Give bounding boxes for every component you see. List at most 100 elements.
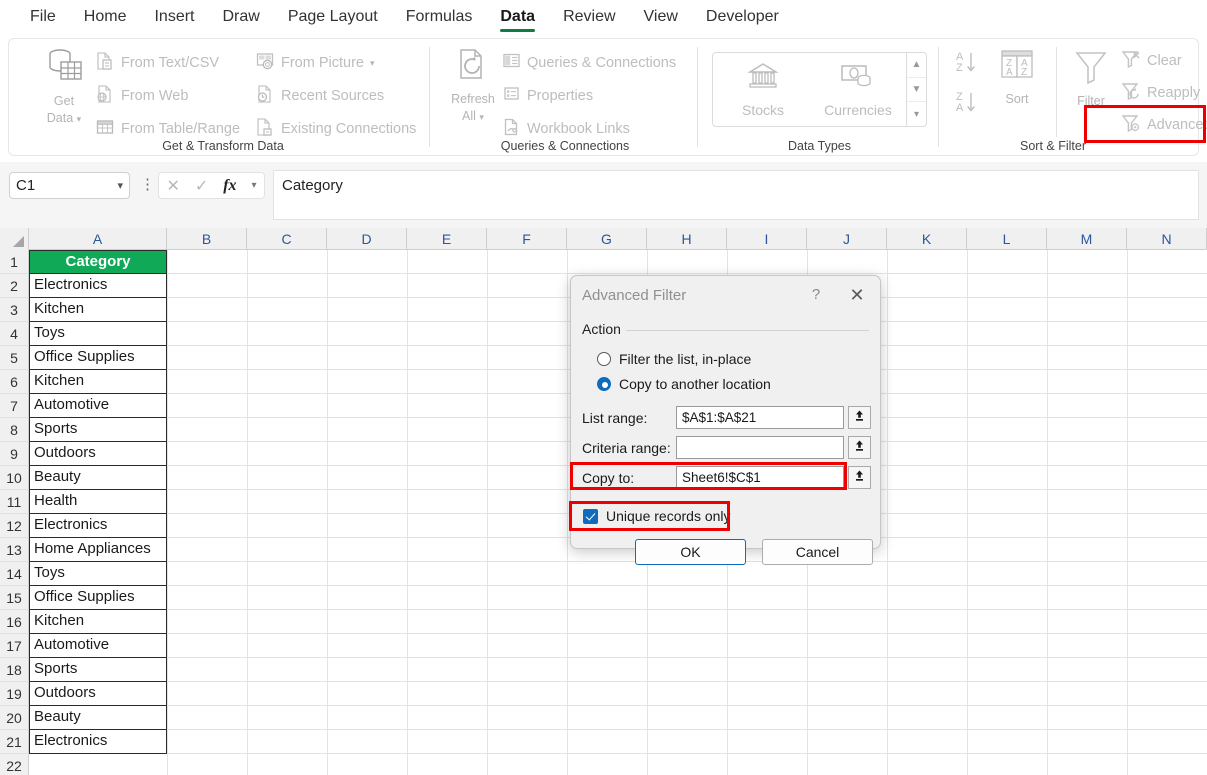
column-header-c[interactable]: C: [247, 228, 327, 250]
row-header-10[interactable]: 10: [0, 466, 29, 490]
cell-a10[interactable]: Beauty: [29, 466, 167, 490]
column-header-j[interactable]: J: [807, 228, 887, 250]
tab-file[interactable]: File: [16, 0, 70, 34]
row-header-3[interactable]: 3: [0, 298, 29, 322]
sort-dialog-button[interactable]: Z A A Z Sort: [987, 49, 1047, 107]
row-header-2[interactable]: 2: [0, 274, 29, 298]
cell-a7[interactable]: Automotive: [29, 394, 167, 418]
ok-button[interactable]: OK: [635, 539, 746, 565]
currencies-button[interactable]: Currencies: [808, 61, 908, 118]
fx-insert-function-icon[interactable]: fx: [223, 177, 236, 195]
criteria-range-input[interactable]: [676, 436, 844, 459]
cell-a6[interactable]: Kitchen: [29, 370, 167, 394]
chevron-up-icon[interactable]: ▲: [907, 53, 926, 77]
cell-a14[interactable]: Toys: [29, 562, 167, 586]
cell-a20[interactable]: Beauty: [29, 706, 167, 730]
recent-sources-button[interactable]: Recent Sources: [255, 82, 384, 110]
row-header-16[interactable]: 16: [0, 610, 29, 634]
cell-a2[interactable]: Electronics: [29, 274, 167, 298]
checkbox-checked-icon[interactable]: [583, 508, 598, 524]
tab-review[interactable]: Review: [549, 0, 629, 34]
column-header-g[interactable]: G: [567, 228, 647, 250]
row-header-20[interactable]: 20: [0, 706, 29, 730]
properties-button[interactable]: Properties: [502, 82, 593, 110]
cell-a18[interactable]: Sports: [29, 658, 167, 682]
tab-view[interactable]: View: [630, 0, 692, 34]
gallery-scrollbar[interactable]: ▲ ▼ ▾: [906, 53, 926, 126]
criteria-range-picker-button[interactable]: [848, 436, 871, 459]
row-header-9[interactable]: 9: [0, 442, 29, 466]
radio-filter-in-place[interactable]: Filter the list, in-place: [597, 351, 751, 367]
row-header-21[interactable]: 21: [0, 730, 29, 754]
column-header-b[interactable]: B: [167, 228, 247, 250]
advanced-filter-button[interactable]: Advanced: [1121, 111, 1207, 139]
column-header-l[interactable]: L: [967, 228, 1047, 250]
filter-button[interactable]: Filter: [1061, 49, 1121, 109]
name-box[interactable]: C1 ▾: [9, 172, 130, 199]
tab-home[interactable]: Home: [70, 0, 141, 34]
column-header-n[interactable]: N: [1127, 228, 1207, 250]
column-header-m[interactable]: M: [1047, 228, 1127, 250]
column-header-f[interactable]: F: [487, 228, 567, 250]
column-header-i[interactable]: I: [727, 228, 807, 250]
row-header-7[interactable]: 7: [0, 394, 29, 418]
name-box-resize-handle[interactable]: ⋮: [140, 177, 155, 192]
row-header-1[interactable]: 1: [0, 250, 29, 274]
cell-a13[interactable]: Home Appliances: [29, 538, 167, 562]
select-all-corner[interactable]: [0, 228, 29, 250]
cell-a19[interactable]: Outdoors: [29, 682, 167, 706]
cell-a15[interactable]: Office Supplies: [29, 586, 167, 610]
cell-a9[interactable]: Outdoors: [29, 442, 167, 466]
tab-page-layout[interactable]: Page Layout: [274, 0, 392, 34]
cell-a12[interactable]: Electronics: [29, 514, 167, 538]
radio-button-icon[interactable]: [597, 352, 611, 366]
column-header-a[interactable]: A: [29, 228, 167, 250]
unique-records-only-checkbox-row[interactable]: Unique records only: [583, 508, 731, 524]
tab-data[interactable]: Data: [486, 0, 549, 34]
column-header-e[interactable]: E: [407, 228, 487, 250]
cancel-button[interactable]: Cancel: [762, 539, 873, 565]
list-range-picker-button[interactable]: [848, 406, 871, 429]
cell-a1[interactable]: Category: [29, 250, 167, 274]
row-header-18[interactable]: 18: [0, 658, 29, 682]
clear-filter-button[interactable]: Clear: [1121, 47, 1182, 75]
radio-button-selected-icon[interactable]: [597, 377, 611, 391]
dialog-help-button[interactable]: ?: [806, 286, 826, 303]
cell-a3[interactable]: Kitchen: [29, 298, 167, 322]
column-header-d[interactable]: D: [327, 228, 407, 250]
row-header-12[interactable]: 12: [0, 514, 29, 538]
row-header-15[interactable]: 15: [0, 586, 29, 610]
sort-descending-button[interactable]: Z A: [953, 89, 981, 122]
data-types-gallery[interactable]: Stocks Currencies ▲ ▼ ▾: [712, 52, 927, 127]
cell-a4[interactable]: Toys: [29, 322, 167, 346]
chevron-down-icon[interactable]: ▾: [77, 114, 82, 124]
get-data-button[interactable]: Get Data ▾: [33, 45, 95, 127]
copy-to-picker-button[interactable]: [848, 466, 871, 489]
from-text-csv-button[interactable]: From Text/CSV: [95, 49, 219, 77]
from-picture-button[interactable]: From Picture ▾: [255, 49, 375, 77]
row-header-8[interactable]: 8: [0, 418, 29, 442]
cell-a5[interactable]: Office Supplies: [29, 346, 167, 370]
from-web-button[interactable]: From Web: [95, 82, 188, 110]
gallery-more-icon[interactable]: ▾: [907, 101, 926, 126]
cell-a16[interactable]: Kitchen: [29, 610, 167, 634]
list-range-input[interactable]: $A$1:$A$21: [676, 406, 844, 429]
chevron-down-icon[interactable]: ▾: [117, 179, 123, 192]
radio-copy-another-location[interactable]: Copy to another location: [597, 376, 771, 392]
chevron-down-icon[interactable]: ▼: [907, 76, 926, 102]
row-header-22[interactable]: 22: [0, 754, 29, 775]
row-header-4[interactable]: 4: [0, 322, 29, 346]
row-header-5[interactable]: 5: [0, 346, 29, 370]
row-header-14[interactable]: 14: [0, 562, 29, 586]
cell-a11[interactable]: Health: [29, 490, 167, 514]
chevron-down-icon[interactable]: ▾: [479, 112, 484, 122]
tab-formulas[interactable]: Formulas: [392, 0, 487, 34]
sort-ascending-button[interactable]: A Z: [953, 49, 981, 82]
row-header-17[interactable]: 17: [0, 634, 29, 658]
cancel-x-icon[interactable]: ✕: [166, 176, 179, 196]
stocks-button[interactable]: Stocks: [713, 61, 813, 118]
tab-draw[interactable]: Draw: [208, 0, 273, 34]
row-header-6[interactable]: 6: [0, 370, 29, 394]
row-header-13[interactable]: 13: [0, 538, 29, 562]
copy-to-input[interactable]: Sheet6!$C$1: [676, 466, 844, 489]
